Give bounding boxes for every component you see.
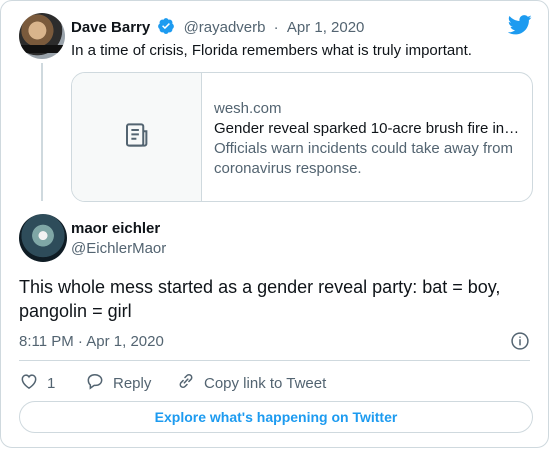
like-button[interactable]: 1 — [19, 371, 55, 397]
copy-link-label: Copy link to Tweet — [204, 375, 327, 392]
header-separator: · — [273, 19, 279, 36]
info-icon[interactable] — [510, 331, 530, 356]
explore-twitter-button[interactable]: Explore what's happening on Twitter — [19, 401, 533, 433]
author-handle[interactable]: @EichlerMaor — [71, 239, 166, 259]
article-icon — [122, 120, 152, 155]
reply-button[interactable]: Reply — [85, 371, 151, 397]
quoted-author-name[interactable]: Dave Barry — [71, 19, 150, 36]
avatar-dave-barry[interactable] — [19, 13, 65, 59]
link-description: Officials warn incidents could take away… — [214, 140, 514, 177]
copy-link-button[interactable]: Copy link to Tweet — [176, 371, 326, 397]
heart-icon — [19, 371, 47, 397]
quoted-author-handle[interactable]: @rayadverb — [184, 19, 266, 36]
twitter-logo-icon[interactable] — [507, 15, 532, 40]
quoted-tweet-text: In a time of crisis, Florida remembers w… — [71, 42, 472, 59]
reply-label: Reply — [113, 375, 152, 392]
link-domain: wesh.com — [214, 100, 282, 117]
avatar-maor-eichler[interactable] — [19, 214, 67, 262]
verified-badge-icon — [157, 17, 175, 41]
link-card-body: wesh.com Gender reveal sparked 10-acre b… — [214, 99, 524, 179]
divider — [19, 360, 530, 361]
quoted-tweet-header: Dave Barry @rayadverb · Apr 1, 2020 — [71, 17, 364, 41]
link-title: Gender reveal sparked 10-acre brush fire… — [214, 120, 520, 137]
like-count: 1 — [47, 375, 56, 392]
link-icon — [176, 371, 204, 397]
tweet-embed-card: Dave Barry @rayadverb · Apr 1, 2020 In a… — [0, 0, 549, 448]
tweet-timestamp[interactable]: 8:11 PM · Apr 1, 2020 — [19, 332, 164, 352]
link-preview-card[interactable]: wesh.com Gender reveal sparked 10-acre b… — [71, 72, 533, 202]
quoted-tweet-date[interactable]: Apr 1, 2020 — [287, 19, 365, 36]
tweet-text: This whole mess started as a gender reve… — [19, 277, 501, 321]
reply-icon — [85, 371, 113, 397]
author-name[interactable]: maor eichler — [71, 219, 160, 239]
link-thumbnail — [72, 73, 202, 201]
thread-line — [41, 63, 43, 201]
